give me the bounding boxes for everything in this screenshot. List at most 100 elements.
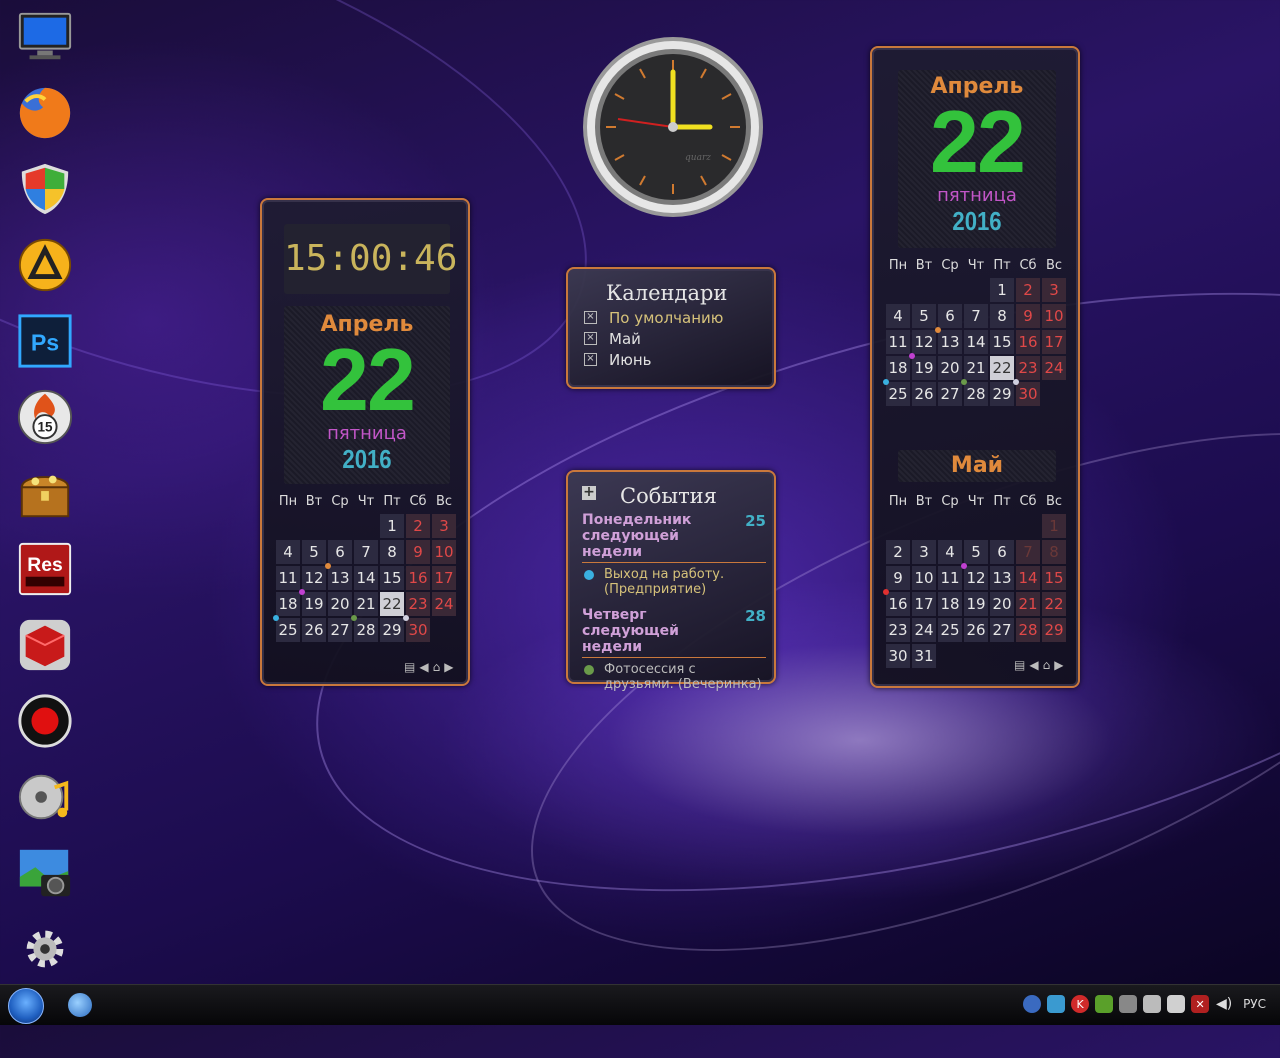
calendar-day[interactable]: 17: [1042, 330, 1066, 354]
computer-icon[interactable]: [14, 6, 76, 68]
calendar-day[interactable]: 3: [432, 514, 456, 538]
calendar-day[interactable]: 26: [302, 618, 326, 642]
calendar-day[interactable]: 25: [883, 379, 910, 406]
photoshop-icon[interactable]: Ps: [14, 310, 76, 372]
firefox-icon[interactable]: [14, 82, 76, 144]
calendar-day[interactable]: 17: [912, 592, 936, 616]
calendar-day[interactable]: 26: [964, 618, 988, 642]
calendar-day[interactable]: 24: [912, 618, 936, 642]
calendar-day[interactable]: 27: [938, 382, 962, 406]
calendar-day[interactable]: 13: [990, 566, 1014, 590]
calendar-day[interactable]: 6: [328, 540, 352, 564]
right-calendar-gadget[interactable]: Апрель 22 пятница 2016 Пн Вт Ср Чт Пт Сб Вс 1 2 3…: [870, 46, 1080, 688]
calendar-day[interactable]: 11: [276, 566, 300, 590]
calendar-day[interactable]: 16: [1016, 330, 1040, 354]
calendar-day[interactable]: 19: [909, 353, 936, 380]
volume-icon[interactable]: ◀): [1215, 995, 1233, 1013]
event-item[interactable]: Понедельник следующей недели 25 Выход на р…: [582, 512, 766, 597]
calendar-day[interactable]: 1: [1042, 514, 1066, 538]
calendar-day[interactable]: 8: [380, 540, 404, 564]
calendar-day[interactable]: 18: [938, 592, 962, 616]
calendar-day[interactable]: 2: [1016, 278, 1040, 302]
calendar-day[interactable]: 28: [961, 379, 988, 406]
calendar-day[interactable]: 19: [964, 592, 988, 616]
calendar-day[interactable]: 30: [403, 615, 430, 642]
tools-icon[interactable]: [1119, 995, 1138, 1013]
app-15-icon[interactable]: 15: [14, 386, 76, 448]
analog-clock-gadget[interactable]: quarz: [580, 34, 766, 220]
security-shield-icon[interactable]: [14, 158, 76, 220]
calendar-day[interactable]: 21: [354, 592, 378, 616]
calendar-day[interactable]: 11: [886, 330, 910, 354]
calendar-day[interactable]: 16: [883, 589, 910, 616]
calendar-day[interactable]: 3: [1042, 278, 1066, 302]
calendar-day[interactable]: 1: [990, 278, 1014, 302]
left-calendar-gadget[interactable]: 15:00:46 Апрель 22 пятница 2016 Пн Вт Ср Чт…: [260, 198, 470, 686]
calendar-day[interactable]: 12: [302, 566, 326, 590]
calendar-day[interactable]: 12: [912, 330, 936, 354]
calendar-day[interactable]: 14: [354, 566, 378, 590]
power-icon[interactable]: ✕: [1191, 995, 1210, 1013]
calendar-day[interactable]: 10: [432, 540, 456, 564]
home-icon[interactable]: ⌂: [1043, 658, 1051, 672]
calendar-day[interactable]: 31: [912, 644, 936, 668]
prev-arrow-icon[interactable]: ◀: [1029, 658, 1038, 672]
calendar-day[interactable]: 24: [432, 592, 456, 616]
settings-gear-icon[interactable]: [14, 918, 76, 980]
calendar-day[interactable]: 27: [328, 618, 352, 642]
calendar-day[interactable]: 18: [276, 592, 300, 616]
taskbar-app-icon[interactable]: [68, 993, 92, 1017]
add-event-icon[interactable]: +: [582, 485, 596, 500]
camera-photo-icon[interactable]: [14, 842, 76, 904]
aimp-icon[interactable]: [14, 234, 76, 296]
prev-arrow-icon[interactable]: ◀: [419, 660, 428, 674]
calendar-day[interactable]: 9: [1016, 304, 1040, 328]
red-cube-icon[interactable]: [14, 614, 76, 676]
calendar-day[interactable]: 6: [938, 304, 962, 328]
calendar-day[interactable]: 22: [380, 592, 404, 616]
events-gadget[interactable]: + События Понедельник следующей недели 25…: [566, 470, 776, 692]
calendar-day[interactable]: 29: [990, 382, 1014, 406]
calendar-day[interactable]: 7: [354, 540, 378, 564]
calendar-day[interactable]: 15: [990, 330, 1014, 354]
calendars-list-gadget[interactable]: Календари × По умолчанию × Май × Июнь: [566, 267, 776, 389]
start-button[interactable]: [8, 988, 44, 1024]
calendar-day[interactable]: 4: [276, 540, 300, 564]
nvidia-icon[interactable]: [1095, 995, 1114, 1013]
treasure-chest-icon[interactable]: [14, 462, 76, 524]
calendar-day[interactable]: 2: [886, 540, 910, 564]
checkbox-icon[interactable]: ×: [584, 353, 597, 366]
calendar-day[interactable]: 24: [1042, 356, 1066, 380]
calendar-day[interactable]: 20: [328, 592, 352, 616]
calendar-day[interactable]: 3: [912, 540, 936, 564]
list-icon[interactable]: ▤: [1014, 658, 1025, 672]
calendar-day[interactable]: 10: [1042, 304, 1066, 328]
home-icon[interactable]: ⌂: [433, 660, 441, 674]
calendar-day[interactable]: 5: [912, 304, 936, 328]
calendar-day[interactable]: 9: [406, 540, 430, 564]
calendar-day[interactable]: 25: [938, 618, 962, 642]
calendar-day[interactable]: 28: [1016, 618, 1040, 642]
calendar-day[interactable]: 12: [961, 563, 988, 590]
calendar-day[interactable]: 25: [273, 615, 300, 642]
calendar-day[interactable]: 7: [1016, 540, 1040, 564]
network-icon[interactable]: [1143, 995, 1162, 1013]
language-indicator[interactable]: РУС: [1243, 997, 1266, 1011]
calendar-day[interactable]: 17: [432, 566, 456, 590]
calendar-day[interactable]: 20: [990, 592, 1014, 616]
next-arrow-icon[interactable]: ▶: [1054, 658, 1063, 672]
calendar-day[interactable]: 13: [325, 563, 352, 590]
calendar-day[interactable]: 10: [912, 566, 936, 590]
calendar-day[interactable]: 8: [990, 304, 1014, 328]
calendar-day[interactable]: 13: [935, 327, 962, 354]
antivirus-icon[interactable]: K: [1071, 995, 1090, 1013]
calendar-day[interactable]: 30: [1013, 379, 1040, 406]
calendar-day[interactable]: 16: [406, 566, 430, 590]
calendar-day[interactable]: 19: [299, 589, 326, 616]
calendar-list-item[interactable]: × Июнь: [584, 349, 723, 370]
calendar-day[interactable]: 2: [406, 514, 430, 538]
resource-hacker-icon[interactable]: Res: [14, 538, 76, 600]
calendar-list-item[interactable]: × Май: [584, 328, 723, 349]
calendar-day[interactable]: 5: [964, 540, 988, 564]
calendar-day[interactable]: 9: [886, 566, 910, 590]
